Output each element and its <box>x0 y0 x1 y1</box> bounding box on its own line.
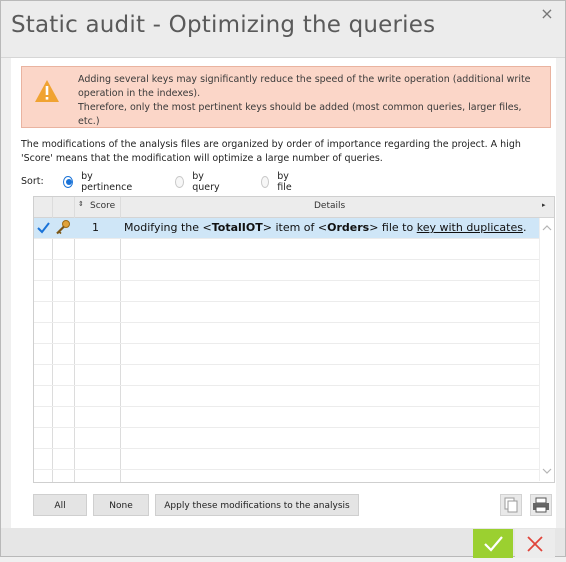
radio-button <box>261 176 270 188</box>
column-menu-icon[interactable]: ▸ <box>542 201 546 209</box>
radio-label-file: by file <box>277 171 292 193</box>
details-text: > file to <box>369 221 417 234</box>
sort-label: Sort: <box>21 176 44 187</box>
table-header: ⇕ Score Details ▸ <box>34 197 554 218</box>
row-details: Modifying the <TotalIOT> item of <Orders… <box>124 218 526 238</box>
details-file-name: Orders <box>327 221 370 234</box>
copy-button[interactable] <box>500 494 522 516</box>
table-row-empty <box>34 386 539 407</box>
details-text: Modifying the < <box>124 221 212 234</box>
copy-icon <box>504 497 518 513</box>
row-score: 1 <box>92 221 99 234</box>
sort-arrows-icon[interactable]: ⇕ <box>78 200 84 208</box>
table-vertical-scrollbar[interactable] <box>539 218 554 481</box>
row-checkbox[interactable] <box>37 218 51 238</box>
warning-line-3: Therefore, only the most pertinent keys … <box>78 102 522 127</box>
table-row-empty <box>34 344 539 365</box>
column-header-details[interactable]: Details <box>314 201 345 211</box>
printer-icon <box>533 497 549 513</box>
select-all-button[interactable]: All <box>33 494 87 516</box>
table-row-empty <box>34 449 539 470</box>
description-line-1: The modifications of the analysis files … <box>21 139 521 150</box>
warning-line-1: Adding several keys may significantly re… <box>78 74 531 85</box>
table-row-empty <box>34 239 539 260</box>
details-item-name: TotalIOT <box>211 221 263 234</box>
ok-button[interactable] <box>473 529 513 558</box>
table-row-empty <box>34 428 539 449</box>
modifications-table: ⇕ Score Details ▸ 1 Modifying the <Total… <box>33 196 555 483</box>
scroll-down-icon[interactable] <box>542 467 552 475</box>
checkmark-icon <box>37 222 50 234</box>
radio-label-query: by query <box>192 171 220 193</box>
table-row-empty <box>34 365 539 386</box>
radio-by-pertinence[interactable]: by pertinence <box>63 171 134 193</box>
key-with-duplicates-link[interactable]: key with duplicates <box>417 221 523 234</box>
warning-banner: Adding several keys may significantly re… <box>21 66 551 128</box>
radio-button <box>175 176 185 188</box>
radio-by-query[interactable]: by query <box>175 171 222 193</box>
apply-modifications-button[interactable]: Apply these modifications to the analysi… <box>155 494 359 516</box>
table-row-empty <box>34 260 539 281</box>
warning-line-2: operation in the indexes). <box>78 88 201 99</box>
key-icon <box>56 220 70 235</box>
radio-label-pertinence: by pertinence <box>81 171 133 193</box>
checkmark-icon <box>484 536 503 552</box>
details-text: . <box>522 221 527 234</box>
dialog-titlebar: Static audit - Optimizing the queries × <box>1 1 565 58</box>
row-type-icon <box>55 218 73 238</box>
table-row-empty <box>34 302 539 323</box>
table-row[interactable]: 1 Modifying the <TotalIOT> item of <Orde… <box>34 218 539 239</box>
table-row-empty <box>34 281 539 302</box>
print-button[interactable] <box>530 494 552 516</box>
description-line-2: 'Score' means that the modification will… <box>21 153 383 164</box>
radio-button-selected <box>63 176 74 188</box>
description-text: The modifications of the analysis files … <box>21 138 551 166</box>
select-none-button[interactable]: None <box>93 494 149 516</box>
table-row-empty <box>34 407 539 428</box>
details-text: > item of < <box>262 221 328 234</box>
column-header-score[interactable]: Score <box>90 201 115 211</box>
warning-triangle-icon <box>35 80 59 102</box>
scroll-up-icon[interactable] <box>542 224 552 232</box>
warning-text: Adding several keys may significantly re… <box>78 73 543 129</box>
dialog-title: Static audit - Optimizing the queries <box>11 12 436 38</box>
static-audit-dialog: Static audit - Optimizing the queries × … <box>0 0 566 558</box>
cross-icon <box>527 536 543 552</box>
close-button[interactable]: × <box>537 4 557 24</box>
table-row-empty <box>34 323 539 344</box>
radio-by-file[interactable]: by file <box>261 171 295 193</box>
cancel-button[interactable] <box>515 529 555 558</box>
